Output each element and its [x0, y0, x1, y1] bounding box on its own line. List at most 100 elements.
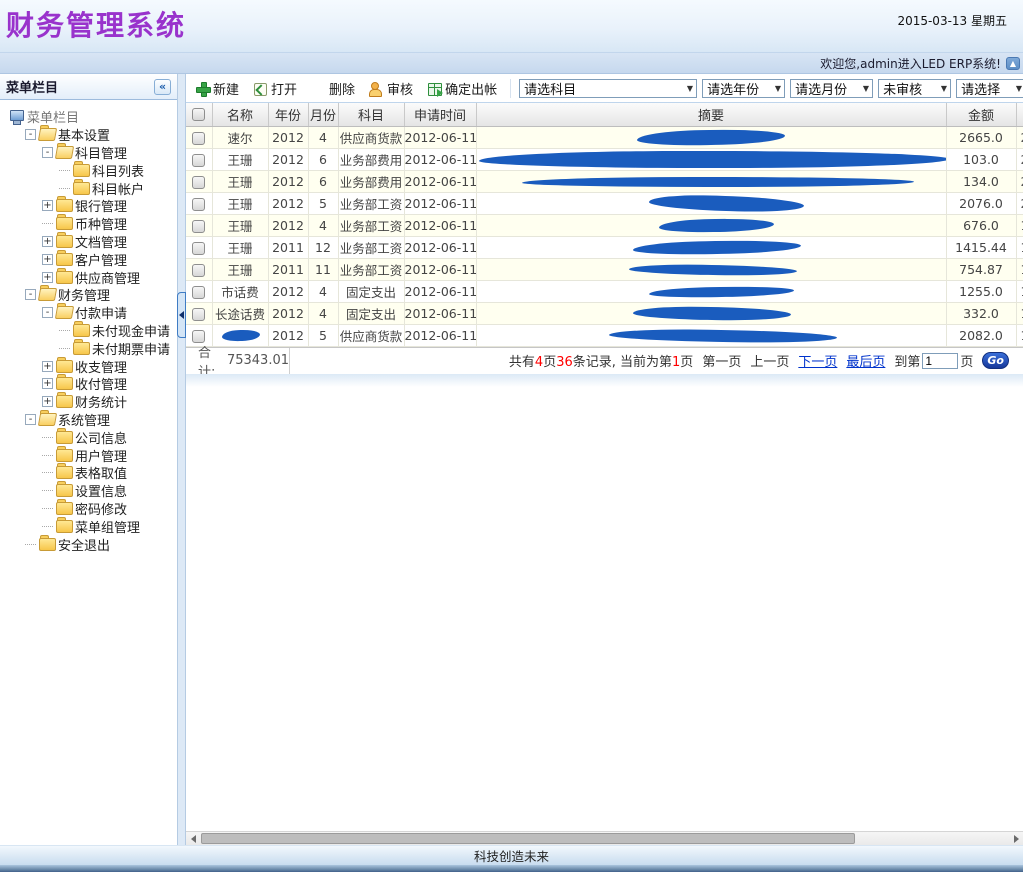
- go-button[interactable]: Go: [982, 352, 1009, 369]
- redaction-scribble: [479, 151, 947, 168]
- first-page-link[interactable]: 第一页: [702, 351, 741, 370]
- tree-item[interactable]: +银行管理: [2, 197, 175, 215]
- tree-item[interactable]: +财务统计: [2, 393, 175, 411]
- new-button[interactable]: 新建: [188, 77, 246, 100]
- checkbox-cell: [186, 236, 212, 258]
- total-cell: 合计:75343.01: [186, 348, 290, 374]
- expand-icon[interactable]: +: [42, 254, 53, 265]
- collapse-icon[interactable]: -: [25, 129, 36, 140]
- open-button[interactable]: 打开: [246, 77, 304, 100]
- column-header: 月份: [308, 103, 338, 126]
- tree-item[interactable]: 未付现金申请: [2, 322, 175, 340]
- tree-item[interactable]: 密码修改: [2, 500, 175, 518]
- month-select[interactable]: 请选月份▼: [790, 79, 873, 98]
- expand-icon[interactable]: +: [42, 200, 53, 211]
- sidebar: 菜单栏目 « 菜单栏目-基本设置-科目管理科目列表科目帐户+银行管理币种管理+文…: [0, 74, 178, 845]
- goto-page-input[interactable]: [922, 353, 958, 369]
- tree-connector: [42, 223, 53, 224]
- subject-select[interactable]: 请选科目▼: [519, 79, 697, 98]
- menu-tree: 菜单栏目-基本设置-科目管理科目列表科目帐户+银行管理币种管理+文档管理+客户管…: [0, 100, 177, 553]
- tree-item[interactable]: +收付管理: [2, 375, 175, 393]
- tree-item[interactable]: 用户管理: [2, 446, 175, 464]
- expand-icon[interactable]: +: [42, 378, 53, 389]
- table-row: 长途话费20124固定支出2012-06-11332.01: [186, 302, 1023, 324]
- tree-connector: [59, 170, 70, 171]
- tree-item-label: 基本设置: [58, 125, 110, 144]
- row-checkbox[interactable]: [192, 308, 205, 321]
- row-checkbox[interactable]: [192, 330, 205, 343]
- tree-item[interactable]: +客户管理: [2, 250, 175, 268]
- tree-item[interactable]: +文档管理: [2, 233, 175, 251]
- year-select[interactable]: 请选年份▼: [702, 79, 785, 98]
- redaction-scribble: [648, 285, 793, 298]
- delete-button[interactable]: 删除: [304, 77, 362, 100]
- folder-icon: [56, 360, 72, 373]
- audit-button[interactable]: 审核: [362, 77, 420, 100]
- year-cell: 2012: [268, 170, 308, 192]
- folder-open-icon: [56, 146, 72, 159]
- prev-page-link[interactable]: 上一页: [750, 351, 789, 370]
- expand-icon[interactable]: +: [42, 396, 53, 407]
- tree-item[interactable]: 表格取值: [2, 464, 175, 482]
- row-checkbox[interactable]: [192, 132, 205, 145]
- expand-icon[interactable]: +: [42, 361, 53, 372]
- next-page-link[interactable]: 下一页: [798, 351, 837, 370]
- tree-item[interactable]: -科目管理: [2, 144, 175, 162]
- confirm-billing-button[interactable]: 确定出帐: [420, 77, 504, 100]
- tree-item[interactable]: 科目列表: [2, 161, 175, 179]
- tree-item[interactable]: 菜单栏目: [2, 108, 175, 126]
- tree-item[interactable]: 币种管理: [2, 215, 175, 233]
- tree-item[interactable]: 菜单组管理: [2, 517, 175, 535]
- clipped-cell: 1: [1016, 236, 1023, 258]
- delete-icon: [311, 81, 326, 96]
- row-checkbox[interactable]: [192, 242, 205, 255]
- tree-item-label: 菜单栏目: [27, 107, 79, 126]
- tree-connector: [42, 508, 53, 509]
- row-checkbox[interactable]: [192, 154, 205, 167]
- choose-select[interactable]: 请选择▼: [956, 79, 1023, 98]
- scrollbar-thumb[interactable]: [201, 833, 855, 844]
- tree-item[interactable]: -系统管理: [2, 411, 175, 429]
- tree-item[interactable]: +供应商管理: [2, 268, 175, 286]
- collapse-icon[interactable]: -: [42, 307, 53, 318]
- row-checkbox[interactable]: [192, 176, 205, 189]
- row-checkbox[interactable]: [192, 264, 205, 277]
- splitter-collapse-handle[interactable]: [177, 292, 186, 338]
- tree-item[interactable]: 科目帐户: [2, 179, 175, 197]
- horizontal-scrollbar[interactable]: [186, 831, 1023, 845]
- empty-area: [186, 387, 1023, 832]
- collapse-icon[interactable]: -: [25, 414, 36, 425]
- sidebar-header: 菜单栏目 «: [0, 74, 177, 100]
- subject-cell: 供应商货款: [338, 324, 404, 346]
- row-checkbox[interactable]: [192, 286, 205, 299]
- sidebar-title: 菜单栏目: [6, 77, 58, 96]
- last-page-link[interactable]: 最后页: [846, 351, 885, 370]
- folder-open-icon: [39, 413, 55, 426]
- tree-item[interactable]: -财务管理: [2, 286, 175, 304]
- select-all-checkbox[interactable]: [192, 108, 205, 121]
- filter-selected-value: 请选科目: [524, 79, 576, 98]
- row-checkbox[interactable]: [192, 220, 205, 233]
- scroll-left-arrow-icon[interactable]: [186, 832, 200, 845]
- scroll-right-arrow-icon[interactable]: [1009, 832, 1023, 845]
- welcome-collapse-icon[interactable]: ▲: [1006, 57, 1020, 70]
- collapse-icon[interactable]: -: [25, 289, 36, 300]
- tree-item[interactable]: 设置信息: [2, 482, 175, 500]
- tree-item[interactable]: - 基本设置: [2, 126, 175, 144]
- row-checkbox[interactable]: [192, 198, 205, 211]
- checkbox-cell: [186, 126, 212, 148]
- sidebar-collapse-button[interactable]: «: [154, 79, 171, 95]
- tree-item[interactable]: 未付期票申请: [2, 339, 175, 357]
- expand-icon[interactable]: +: [42, 272, 53, 283]
- collapse-icon[interactable]: -: [42, 147, 53, 158]
- tree-item[interactable]: 安全退出: [2, 535, 175, 553]
- expand-icon[interactable]: +: [42, 236, 53, 247]
- tree-item-label: 安全退出: [58, 535, 110, 553]
- status-select[interactable]: 未审核▼: [878, 79, 951, 98]
- tree-item[interactable]: -付款申请: [2, 304, 175, 322]
- tree-item[interactable]: +收支管理: [2, 357, 175, 375]
- summary-cell: [476, 192, 946, 214]
- tree-item[interactable]: 公司信息: [2, 428, 175, 446]
- subject-cell: 业务部费用: [338, 170, 404, 192]
- name-cell: 速尔: [212, 126, 268, 148]
